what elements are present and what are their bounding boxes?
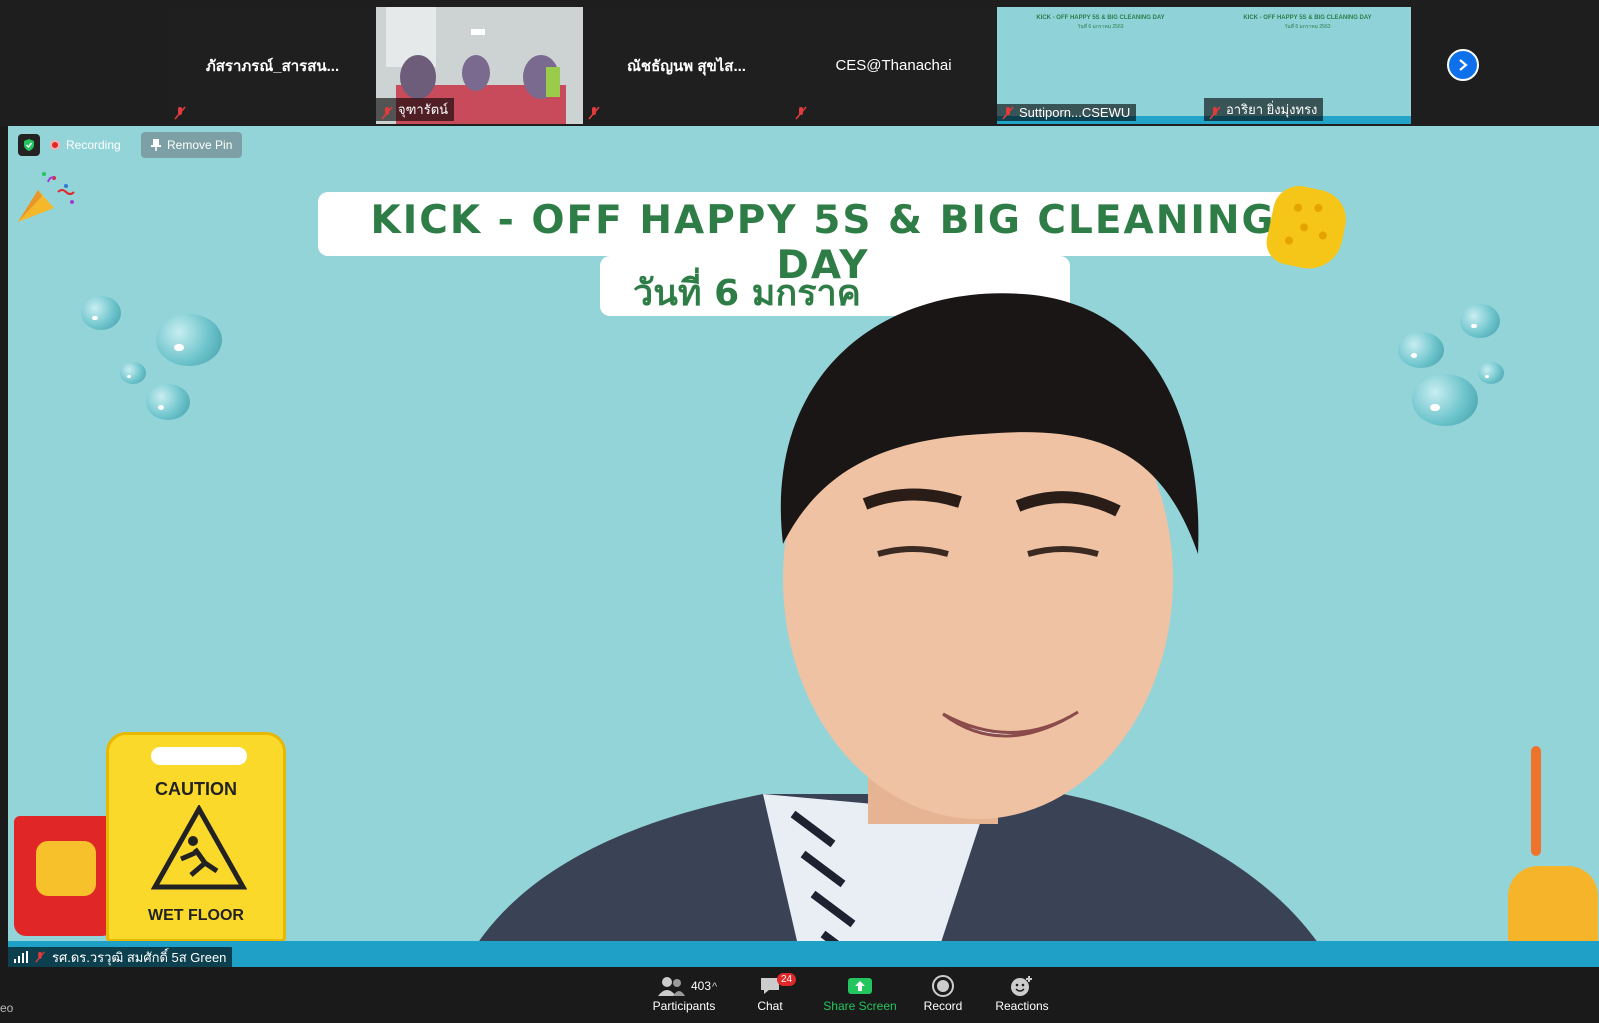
mic-muted-icon <box>1002 106 1014 120</box>
glove-image <box>36 841 96 896</box>
share-screen-icon <box>848 978 872 994</box>
pin-icon <box>151 139 161 151</box>
meeting-toolbar: eo 403 Participants ^ 24 Chat Share Scre… <box>0 967 1599 1023</box>
recording-indicator[interactable]: Recording <box>50 134 121 156</box>
broom-image <box>1508 866 1598 946</box>
participants-icon <box>657 977 685 996</box>
mini-banner-subtitle: วันที่ 6 มกราคม 2563 <box>1284 24 1331 30</box>
bubble <box>1478 362 1504 384</box>
participant-tile[interactable]: ณัชธัญนพ สุขไส... <box>583 7 790 124</box>
mini-banner-subtitle: วันที่ 6 มกราคม 2563 <box>1077 24 1124 30</box>
mic-muted-icon <box>381 106 393 120</box>
mic-muted-icon <box>795 106 807 120</box>
bubble <box>1398 332 1444 368</box>
security-shield-icon[interactable] <box>18 134 40 156</box>
mini-banner-title: KICK - OFF HAPPY 5S & BIG CLEANING DAY <box>1243 15 1372 21</box>
bubble <box>81 296 121 330</box>
record-dot-icon <box>50 140 60 150</box>
mic-muted-icon <box>35 951 45 963</box>
slip-warning-icon <box>151 805 247 890</box>
participant-name: ภัสราภรณ์_สารสน... <box>205 57 340 75</box>
recording-label: Recording <box>66 138 121 152</box>
participant-tile[interactable]: ภัสราภรณ์_สารสน... <box>169 7 376 124</box>
participant-tile[interactable]: CES@Thanachai <box>790 7 997 124</box>
wet-floor-text: WET FLOOR <box>148 907 244 924</box>
mic-muted-icon <box>588 106 600 120</box>
bubble <box>156 314 222 366</box>
participant-background-tile[interactable]: KICK - OFF HAPPY 5S & BIG CLEANING DAY ว… <box>1204 7 1411 124</box>
chat-label: Chat <box>757 999 783 1013</box>
signal-strength-icon <box>14 951 28 963</box>
caution-text: CAUTION <box>155 779 237 799</box>
chat-button[interactable]: 24 Chat <box>725 973 815 1013</box>
mic-muted-icon <box>1209 106 1221 120</box>
next-page-button[interactable] <box>1447 49 1479 81</box>
bubble <box>146 384 190 420</box>
bubble <box>120 362 146 384</box>
main-video-stage: Recording Remove Pin KICK - OFF HAPPY 5S… <box>8 126 1599 967</box>
party-popper-icon <box>18 172 75 222</box>
reactions-label: Reactions <box>995 999 1049 1013</box>
chevron-right-icon <box>1459 59 1468 71</box>
remove-pin-label: Remove Pin <box>167 138 233 152</box>
sign-handle <box>151 747 247 765</box>
reactions-icon <box>1011 976 1032 996</box>
corner-label: eo <box>0 1001 14 1015</box>
participant-background-tile[interactable]: KICK - OFF HAPPY 5S & BIG CLEANING DAY ว… <box>997 7 1204 124</box>
record-button[interactable]: Record <box>898 973 988 1013</box>
floor-band <box>8 941 1599 967</box>
participant-name: CES@Thanachai <box>835 57 952 74</box>
speaker-name: รศ.ดร.วรวุฒิ สมศักดิ์ 5ส Green <box>52 949 227 965</box>
mic-muted-icon <box>174 106 186 120</box>
participant-strip: ภัสราภรณ์_สารสน... จุฑารัตน์ ณัชธัญนพ สุ… <box>0 0 1599 126</box>
bubble <box>1460 304 1500 338</box>
share-screen-button[interactable]: Share Screen <box>810 973 910 1013</box>
caution-sign: CAUTION WET FLOOR <box>106 732 286 942</box>
share-screen-label: Share Screen <box>823 999 897 1013</box>
mini-banner-title: KICK - OFF HAPPY 5S & BIG CLEANING DAY <box>1036 15 1165 21</box>
record-icon <box>932 975 954 997</box>
remove-pin-button[interactable]: Remove Pin <box>141 132 243 158</box>
speaker-name-label: รศ.ดร.วรวุฒิ สมศักดิ์ 5ส Green <box>8 947 233 967</box>
participant-name: ณัชธัญนพ สุขไส... <box>627 57 746 75</box>
participants-caret-icon[interactable]: ^ <box>712 981 717 993</box>
participants-count: 403 <box>690 979 712 993</box>
participants-label: Participants <box>652 999 716 1013</box>
speaker-video <box>463 293 1333 967</box>
participant-video-tile[interactable]: จุฑารัตน์ <box>376 7 583 124</box>
reactions-button[interactable]: Reactions <box>977 973 1067 1013</box>
record-label: Record <box>923 999 963 1013</box>
participants-button[interactable]: 403 Participants <box>634 973 734 1013</box>
participant-label: Suttiporn...CSEWU <box>997 104 1137 121</box>
broom-handle <box>1531 746 1541 856</box>
chat-badge: 24 <box>777 973 797 986</box>
bubble <box>1412 374 1478 426</box>
